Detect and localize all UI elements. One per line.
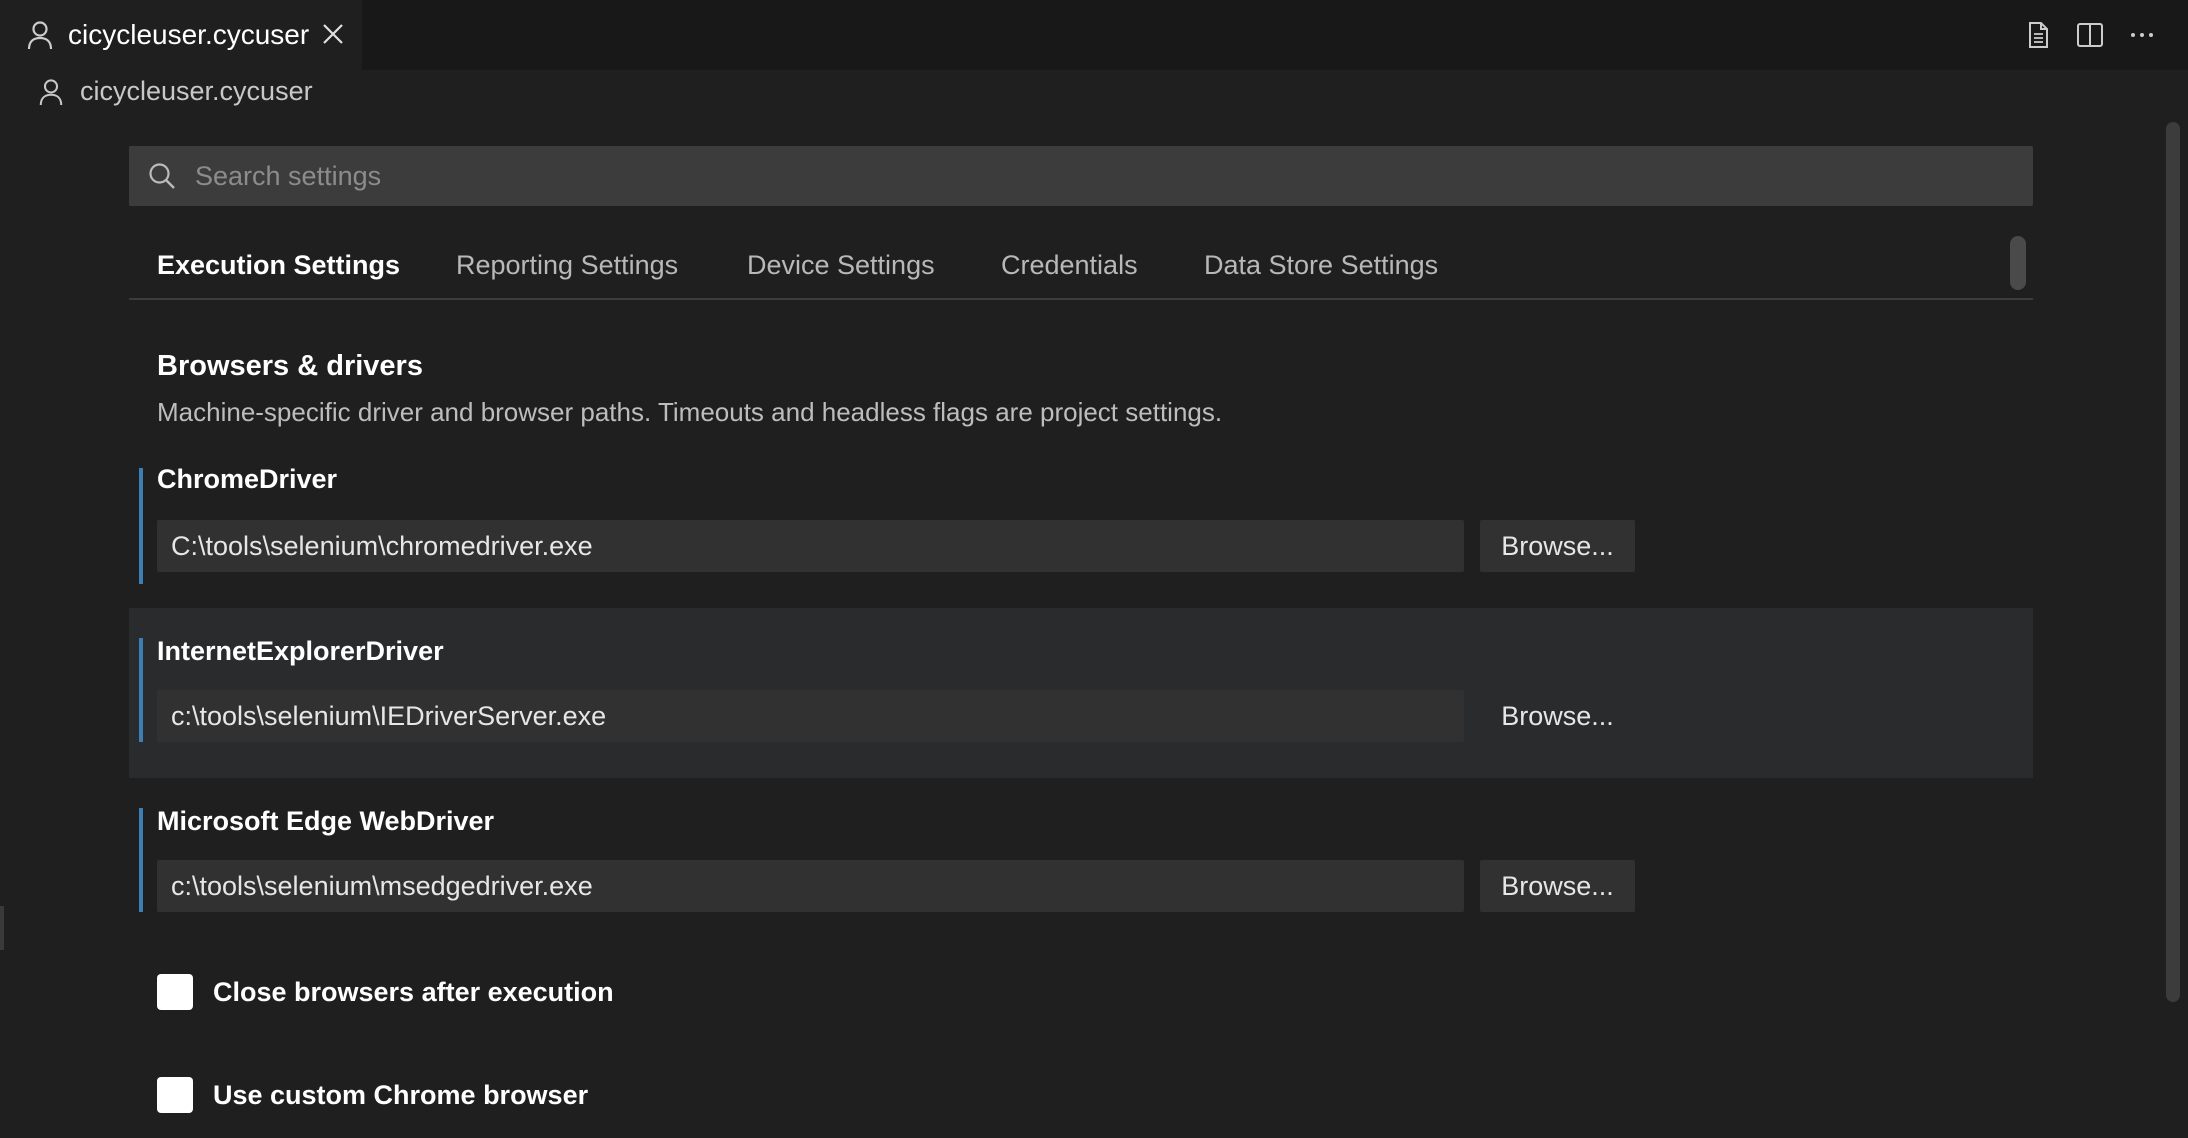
editor-tab-bar: cicycleuser.cycuser: [0, 0, 2188, 70]
chromedriver-browse-button[interactable]: Browse...: [1480, 520, 1635, 572]
tab-device-settings[interactable]: Device Settings: [747, 248, 935, 282]
tab-reporting-settings[interactable]: Reporting Settings: [456, 248, 678, 282]
user-icon: [27, 21, 53, 50]
setting-edge-webdriver: Microsoft Edge WebDriver Browse...: [129, 778, 2033, 948]
search-icon: [149, 163, 175, 189]
search-box: [129, 146, 2033, 206]
tab-data-store-settings[interactable]: Data Store Settings: [1204, 248, 1438, 282]
custom-chrome-checkbox[interactable]: [157, 1077, 193, 1113]
chromedriver-path-input[interactable]: [157, 520, 1464, 572]
editor-tab-title: cicycleuser.cycuser: [68, 19, 310, 50]
iedriver-browse-button[interactable]: Browse...: [1480, 690, 1635, 742]
more-actions-icon[interactable]: [2127, 20, 2157, 50]
checkbox-label: Close browsers after execution: [213, 977, 614, 1007]
setting-label: Microsoft Edge WebDriver: [157, 806, 495, 836]
modified-indicator: [139, 638, 143, 742]
setting-label: InternetExplorerDriver: [157, 636, 444, 666]
breadcrumb: cicycleuser.cycuser: [0, 70, 2188, 116]
tabs-scroll-indicator[interactable]: [2010, 236, 2026, 290]
close-browsers-setting: Close browsers after execution: [157, 974, 757, 1014]
tab-execution-settings[interactable]: Execution Settings: [157, 248, 400, 282]
section-description: Machine-specific driver and browser path…: [157, 397, 1223, 427]
iedriver-path-input[interactable]: [157, 690, 1464, 742]
setting-internetexplorerdriver: InternetExplorerDriver Browse...: [129, 608, 2033, 778]
setting-label: ChromeDriver: [157, 464, 338, 494]
setting-chromedriver: ChromeDriver Browse...: [129, 456, 2033, 626]
scrollbar-thumb[interactable]: [2166, 122, 2180, 1002]
modified-indicator: [139, 468, 143, 584]
edgedriver-browse-button[interactable]: Browse...: [1480, 860, 1635, 912]
checkbox-label: Use custom Chrome browser: [213, 1080, 589, 1110]
tab-credentials[interactable]: Credentials: [1001, 248, 1138, 282]
close-browsers-checkbox[interactable]: [157, 974, 193, 1010]
user-icon: [39, 79, 63, 106]
modified-indicator: [139, 808, 143, 912]
edgedriver-path-input[interactable]: [157, 860, 1464, 912]
section-title: Browsers & drivers: [157, 350, 423, 382]
search-input[interactable]: [195, 146, 1995, 206]
settings-tabs: Execution Settings Reporting Settings De…: [129, 234, 2033, 300]
close-icon[interactable]: [320, 21, 346, 47]
breadcrumb-item[interactable]: cicycleuser.cycuser: [80, 74, 313, 108]
open-json-file-icon[interactable]: [2023, 20, 2053, 50]
sash-handle[interactable]: [0, 906, 4, 950]
custom-chrome-setting: Use custom Chrome browser: [157, 1077, 757, 1117]
split-editor-icon[interactable]: [2075, 20, 2105, 50]
editor-tab[interactable]: cicycleuser.cycuser: [0, 0, 362, 70]
